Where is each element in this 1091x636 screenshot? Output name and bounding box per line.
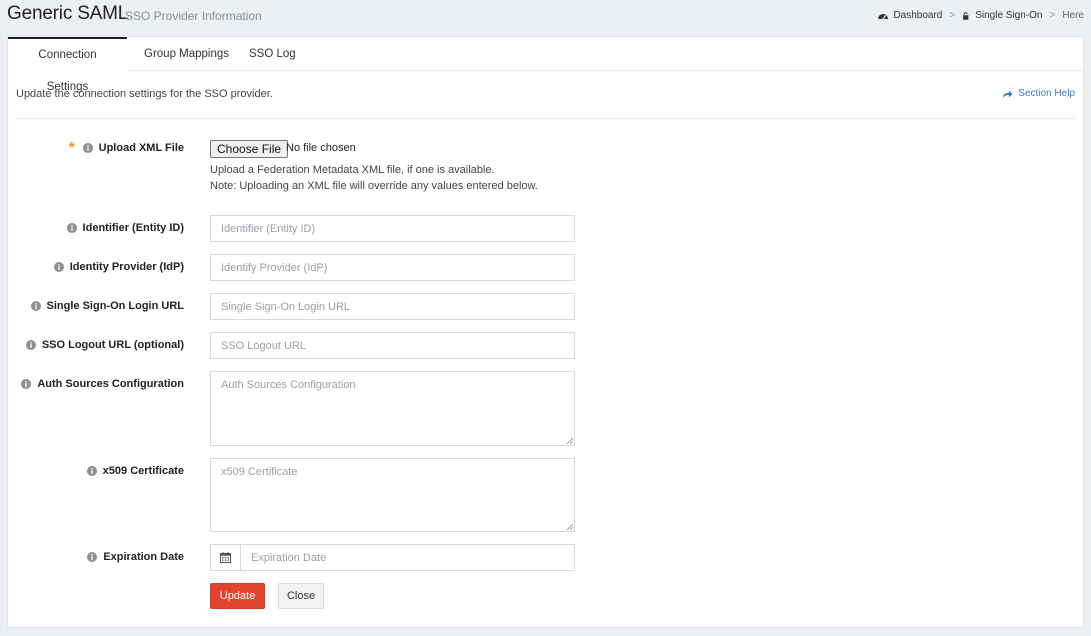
auth-sources-textarea[interactable]	[210, 371, 575, 446]
upload-xml-label: * Upload XML File	[68, 139, 184, 156]
x509-label: x509 Certificate	[86, 465, 184, 477]
calendar-button[interactable]	[210, 544, 241, 571]
info-icon	[87, 552, 98, 562]
idp-label: Identity Provider (IdP)	[53, 261, 184, 273]
main-card: Connection Settings Group Mappings SSO L…	[7, 36, 1084, 628]
upload-hint: Upload a Federation Metadata XML file, i…	[210, 164, 495, 176]
breadcrumb-separator: >	[949, 10, 956, 21]
share-arrow-icon	[1003, 90, 1013, 98]
auth-sources-label: Auth Sources Configuration	[21, 378, 184, 390]
logout-url-label-text: SSO Logout URL (optional)	[41, 339, 184, 351]
breadcrumb-dashboard[interactable]: Dashboard	[893, 10, 942, 21]
info-icon	[53, 262, 64, 272]
close-button[interactable]: Close	[278, 583, 324, 609]
info-icon	[30, 301, 41, 311]
tab-bar: Connection Settings Group Mappings SSO L…	[8, 37, 1083, 93]
resize-handle-icon[interactable]	[566, 523, 573, 530]
login-url-input[interactable]	[210, 293, 575, 320]
intro-text: Update the connection settings for the S…	[16, 88, 273, 100]
info-icon	[66, 223, 77, 233]
lock-icon	[963, 11, 969, 20]
divider	[16, 118, 1075, 119]
x509-label-text: x509 Certificate	[102, 465, 184, 477]
breadcrumb-separator: >	[1049, 10, 1056, 21]
info-icon	[21, 379, 32, 389]
upload-note: Note: Uploading an XML file will overrid…	[210, 180, 538, 192]
entity-id-input[interactable]	[210, 215, 575, 242]
tab-group-mappings[interactable]: Group Mappings	[132, 37, 241, 71]
idp-label-text: Identity Provider (IdP)	[69, 261, 184, 273]
tab-sso-log[interactable]: SSO Log	[237, 37, 308, 71]
resize-handle-icon[interactable]	[566, 437, 573, 444]
update-button[interactable]: Update	[210, 583, 265, 609]
page-subtitle: SSO Provider Information	[125, 9, 262, 23]
logout-url-label: SSO Logout URL (optional)	[25, 339, 184, 351]
expiration-label: Expiration Date	[87, 551, 184, 563]
expiration-date-input[interactable]	[240, 544, 575, 571]
dashboard-icon	[878, 13, 889, 19]
expiration-label-text: Expiration Date	[103, 551, 184, 563]
breadcrumb-here: Here	[1062, 10, 1084, 21]
x509-textarea[interactable]	[210, 458, 575, 532]
required-asterisk-icon: *	[68, 139, 75, 156]
entity-id-label-text: Identifier (Entity ID)	[82, 222, 184, 234]
auth-sources-label-text: Auth Sources Configuration	[37, 378, 184, 390]
calendar-icon	[220, 552, 231, 563]
section-help-label: Section Help	[1018, 88, 1075, 99]
entity-id-label: Identifier (Entity ID)	[66, 222, 184, 234]
idp-input[interactable]	[210, 254, 575, 281]
upload-xml-label-text: Upload XML File	[98, 142, 184, 154]
page-header: Generic SAML SSO Provider Information Da…	[0, 0, 1091, 36]
tab-connection-settings[interactable]: Connection Settings	[8, 37, 127, 93]
info-icon	[86, 466, 97, 476]
file-status: No file chosen	[286, 142, 356, 154]
breadcrumb: Dashboard > Single Sign-On > Here	[877, 10, 1084, 21]
choose-file-button[interactable]: Choose File	[210, 140, 289, 158]
breadcrumb-single-sign-on[interactable]: Single Sign-On	[975, 10, 1042, 21]
info-icon	[82, 143, 93, 153]
login-url-label: Single Sign-On Login URL	[30, 300, 184, 312]
section-help-link[interactable]: Section Help	[1002, 88, 1075, 99]
info-icon	[25, 340, 36, 350]
page-title: Generic SAML	[7, 3, 129, 24]
login-url-label-text: Single Sign-On Login URL	[46, 300, 184, 312]
logout-url-input[interactable]	[210, 332, 575, 359]
